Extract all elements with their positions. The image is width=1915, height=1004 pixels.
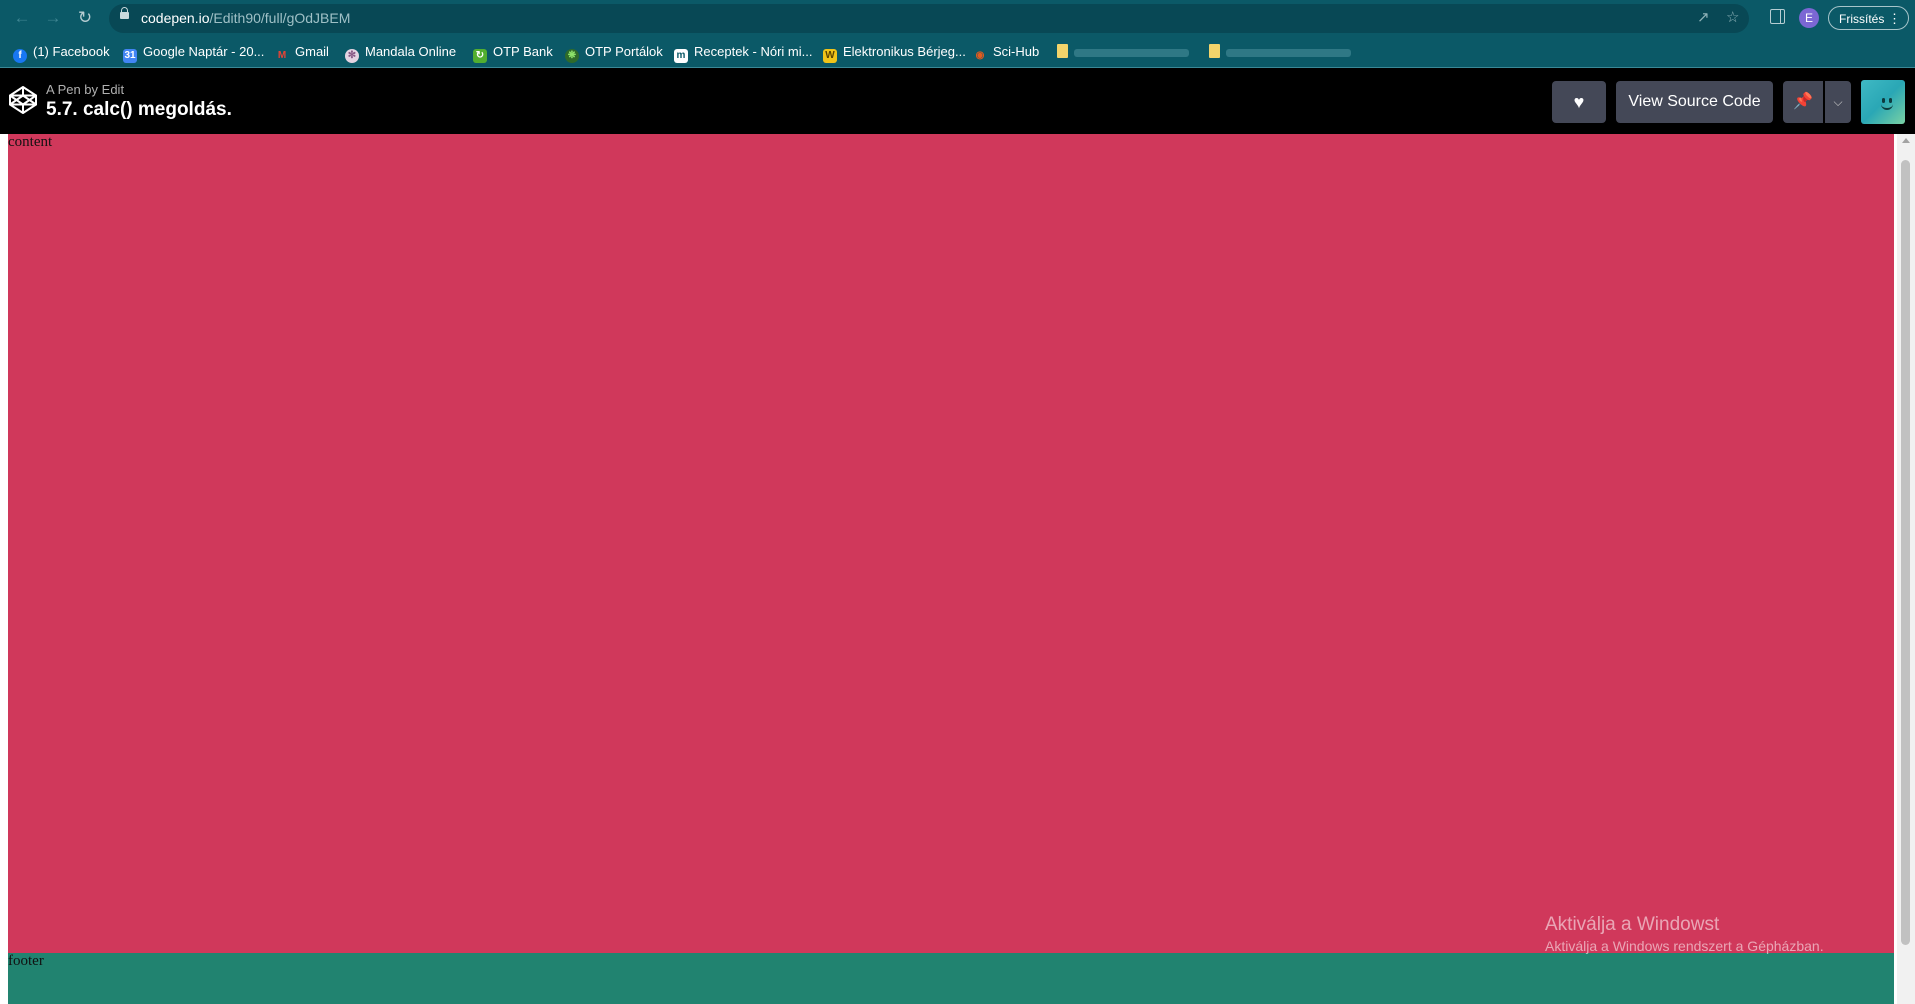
forward-arrow-icon[interactable]: → [42, 7, 64, 29]
mandala-icon: ✻ [345, 49, 359, 63]
content-label: content [8, 134, 53, 150]
windows-activation-watermark: Aktiválja a Windowst Aktiválja a Windows… [1545, 914, 1824, 954]
scrollbar-thumb[interactable] [1901, 160, 1910, 945]
avatar-mouth [1881, 102, 1893, 110]
menu-dots-icon[interactable]: ⋮ [1888, 7, 1901, 31]
bookmark-mandala-online[interactable]: ✻ Mandala Online [345, 43, 457, 63]
bookmark-otp-portalok[interactable]: ❋ OTP Portálok [565, 43, 663, 63]
browser-toolbar: ← → ↻ codepen.io/Edith90/full/gOdJBEM ↗ … [0, 0, 1915, 36]
bookmark-elektronikus-berjegyzek[interactable]: W Elektronikus Bérjeg... [823, 43, 966, 63]
watermark-title: Aktiválja a Windowst [1545, 914, 1720, 935]
google-calendar-icon: 31 [123, 49, 137, 63]
scroll-up-arrow-icon[interactable] [1902, 138, 1910, 143]
url-path: /Edith90/full/gOdJBEM [209, 10, 351, 26]
profile-avatar[interactable]: E [1799, 8, 1819, 28]
bookmark-label: Mandala Online [365, 44, 457, 59]
pin-icon: 📌 [1793, 93, 1813, 110]
bookmarks-bar: f (1) Facebook 31 Google Naptár - 20... MG… [0, 36, 1915, 68]
payslip-icon: W [823, 49, 837, 63]
user-avatar[interactable] [1861, 80, 1905, 124]
sci-hub-icon: ◉ [975, 50, 985, 61]
footer-block: footer [8, 953, 1894, 1004]
bookmark-folder-2[interactable] [1209, 43, 1351, 61]
pen-author[interactable]: A Pen by Edit [46, 82, 124, 97]
side-panel-icon[interactable] [1770, 9, 1785, 24]
otp-portal-icon: ❋ [565, 49, 579, 63]
folder-icon [1057, 44, 1068, 58]
bookmark-label: OTP Portálok [585, 44, 663, 59]
codepen-header: A Pen by Edit 5.7. calc() megoldás. ♥ Vi… [0, 68, 1915, 134]
bookmark-otp-bank[interactable]: ↻ OTP Bank [473, 43, 553, 63]
folder-icon [1209, 44, 1220, 58]
watermark-subtitle: Aktiválja a Windows rendszert a Gépházba… [1545, 938, 1824, 954]
gmail-icon: M [277, 50, 287, 61]
heart-icon: ♥ [1573, 92, 1585, 112]
footer-label: footer [8, 953, 44, 969]
bookmark-label: (1) Facebook [33, 44, 110, 59]
bookmark-label: OTP Bank [493, 44, 553, 59]
url-host: codepen.io [141, 10, 210, 26]
otp-bank-icon: ↻ [473, 49, 487, 63]
update-button[interactable]: Frissítés ⋮ [1828, 6, 1909, 30]
bookmark-label: Elektronikus Bérjeg... [843, 44, 966, 59]
like-button[interactable]: ♥ [1552, 81, 1606, 123]
bookmark-receptek[interactable]: m Receptek - Nóri mi... [674, 43, 813, 63]
update-button-label: Frissítés [1839, 12, 1885, 26]
pin-button[interactable]: 📌 [1783, 81, 1823, 123]
bookmark-folder-1[interactable] [1057, 43, 1189, 61]
chevron-down-icon: ⌵ [1833, 95, 1843, 109]
back-arrow-icon[interactable]: ← [11, 7, 33, 29]
bookmark-google-calendar[interactable]: 31 Google Naptár - 20... [123, 43, 265, 63]
bookmark-label: Sci-Hub [993, 44, 1040, 59]
url-text[interactable]: codepen.io/Edith90/full/gOdJBEM [141, 10, 350, 26]
bookmark-label: Gmail [295, 44, 329, 59]
bookmark-label: Google Naptár - 20... [143, 44, 265, 59]
share-icon[interactable]: ↗ [1697, 9, 1710, 27]
blurred-label [1074, 48, 1189, 57]
lock-icon [120, 7, 129, 19]
address-bar[interactable]: codepen.io/Edith90/full/gOdJBEM ↗ ☆ [109, 4, 1749, 33]
content-block: content [8, 134, 1894, 953]
facebook-icon: f [13, 49, 27, 63]
vertical-scrollbar[interactable] [1897, 134, 1915, 1004]
bookmark-star-icon[interactable]: ☆ [1726, 9, 1739, 27]
blurred-label [1226, 48, 1351, 57]
pen-preview: content footer Aktiválja a Windowst Akti… [0, 134, 1915, 1004]
pen-title: 5.7. calc() megoldás. [46, 99, 232, 120]
bookmark-label: Receptek - Nóri mi... [694, 44, 813, 59]
bookmark-sci-hub[interactable]: ◉ Sci-Hub [973, 43, 1040, 61]
view-source-button[interactable]: View Source Code [1616, 81, 1773, 123]
receptek-icon: m [674, 49, 688, 63]
reload-icon[interactable]: ↻ [74, 7, 96, 29]
codepen-logo-icon[interactable] [8, 85, 38, 115]
pin-dropdown-button[interactable]: ⌵ [1825, 81, 1851, 123]
bookmark-gmail[interactable]: M Gmail [275, 43, 329, 61]
bookmark-facebook[interactable]: f (1) Facebook [13, 43, 110, 63]
